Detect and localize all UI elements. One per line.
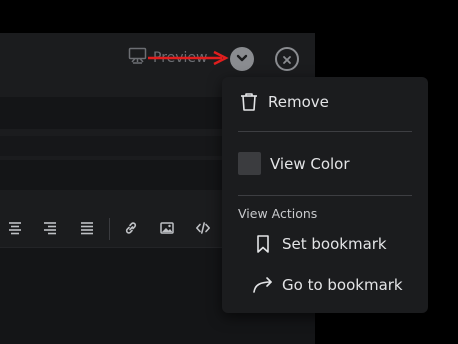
monitor-icon bbox=[128, 47, 147, 69]
more-options-button[interactable] bbox=[230, 47, 254, 71]
forward-arrow-icon bbox=[252, 274, 274, 296]
view-color-menu-item[interactable]: View Color bbox=[238, 152, 350, 175]
align-justify-icon[interactable] bbox=[79, 220, 95, 236]
image-icon[interactable] bbox=[159, 220, 175, 236]
trash-icon bbox=[238, 91, 260, 113]
menu-divider bbox=[238, 195, 412, 196]
code-icon[interactable] bbox=[195, 220, 211, 236]
remove-label: Remove bbox=[268, 93, 329, 111]
annotation-arrow bbox=[148, 50, 229, 66]
options-menu: Remove View Color View Actions Set bookm… bbox=[222, 77, 428, 313]
chevron-down-icon bbox=[235, 50, 249, 69]
menu-divider bbox=[238, 131, 412, 132]
close-button[interactable] bbox=[275, 47, 299, 71]
remove-menu-item[interactable]: Remove bbox=[238, 91, 329, 113]
align-center-icon[interactable] bbox=[7, 220, 23, 236]
view-actions-heading: View Actions bbox=[238, 206, 318, 221]
screen: Preview Remove View Color View Actions S… bbox=[0, 0, 458, 344]
align-right-icon[interactable] bbox=[42, 220, 58, 236]
bookmark-icon bbox=[252, 233, 274, 255]
view-color-label: View Color bbox=[270, 154, 350, 173]
toolbar-divider bbox=[109, 218, 110, 240]
color-swatch bbox=[238, 152, 261, 175]
close-icon bbox=[282, 50, 292, 69]
link-icon[interactable] bbox=[123, 220, 139, 236]
go-to-bookmark-menu-item[interactable]: Go to bookmark bbox=[252, 274, 403, 296]
go-to-bookmark-label: Go to bookmark bbox=[282, 276, 403, 294]
set-bookmark-label: Set bookmark bbox=[282, 235, 387, 253]
set-bookmark-menu-item[interactable]: Set bookmark bbox=[252, 233, 387, 255]
